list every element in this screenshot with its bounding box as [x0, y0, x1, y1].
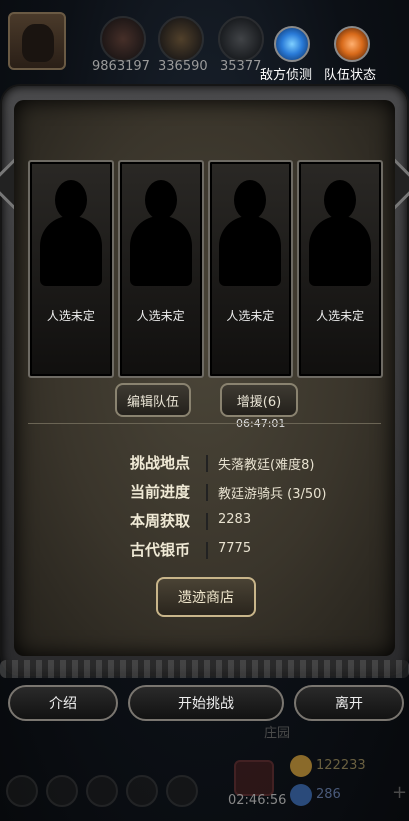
resource-value-2: 336590 — [158, 59, 208, 74]
silhouette-icon — [215, 172, 285, 286]
player-portrait[interactable] — [8, 12, 66, 70]
reinforce-button[interactable]: 增援(6) — [220, 383, 298, 417]
frame-ornament — [0, 660, 409, 678]
plus-icon[interactable]: + — [392, 782, 407, 803]
info-key: 当前进度 — [130, 483, 191, 501]
info-key: 本周获取 — [130, 512, 191, 530]
edit-team-button[interactable]: 编辑队伍 — [115, 383, 191, 417]
team-status-button[interactable] — [334, 26, 370, 62]
team-slot-4[interactable]: 人选未定 — [297, 160, 383, 378]
resource-value-3: 35377 — [220, 59, 262, 74]
team-slot-3[interactable]: 人选未定 — [207, 160, 294, 378]
relic-shop-button[interactable]: 遗迹商店 — [156, 577, 256, 617]
avatar — [22, 24, 54, 62]
scroll-orb-icon — [158, 16, 204, 62]
info-value: 7775 — [218, 541, 252, 556]
team-slot-1[interactable]: 人选未定 — [28, 160, 114, 378]
start-challenge-button[interactable]: 开始挑战 — [128, 685, 284, 721]
gear-orb-icon — [218, 16, 264, 62]
divider — [28, 423, 381, 424]
info-key: 古代银币 — [130, 541, 191, 559]
team-status-label: 队伍状态 — [324, 68, 377, 83]
silhouette-icon — [305, 172, 375, 286]
leave-button[interactable]: 离开 — [294, 685, 404, 721]
slot-label: 人选未定 — [316, 309, 365, 323]
team-slots: 人选未定 人选未定 人选未定 人选未定 — [28, 160, 383, 378]
team-slot-2[interactable]: 人选未定 — [117, 160, 204, 378]
enemy-scout-button[interactable] — [274, 26, 310, 62]
info-value: 教廷游骑兵 (3/50) — [218, 487, 327, 502]
menu-icon[interactable] — [6, 775, 38, 807]
bottom-timer: 02:46:56 — [228, 793, 287, 808]
menu-icon[interactable] — [126, 775, 158, 807]
resource-value-1: 9863197 — [92, 59, 150, 74]
slot-label: 人选未定 — [226, 309, 275, 323]
enemy-scout-label: 敌方侦测 — [260, 68, 313, 83]
gem-value: 286 — [316, 787, 341, 802]
gold-value: 122233 — [316, 758, 366, 773]
slot-label: 人选未定 — [46, 309, 95, 323]
menu-icon[interactable] — [166, 775, 198, 807]
info-key: 挑战地点 — [130, 454, 191, 472]
menu-icon[interactable] — [86, 775, 118, 807]
info-value: 2283 — [218, 512, 252, 527]
sword-orb-icon — [100, 16, 146, 62]
gem-icon — [290, 784, 312, 806]
slot-label: 人选未定 — [136, 309, 185, 323]
intro-button[interactable]: 介绍 — [8, 685, 118, 721]
silhouette-icon — [126, 172, 196, 286]
chest-icon[interactable] — [234, 760, 274, 796]
menu-icon[interactable] — [46, 775, 78, 807]
manor-label: 庄园 — [264, 726, 291, 741]
info-value: 失落教廷(难度8) — [218, 458, 315, 473]
silhouette-icon — [36, 172, 106, 286]
gold-icon — [290, 755, 312, 777]
